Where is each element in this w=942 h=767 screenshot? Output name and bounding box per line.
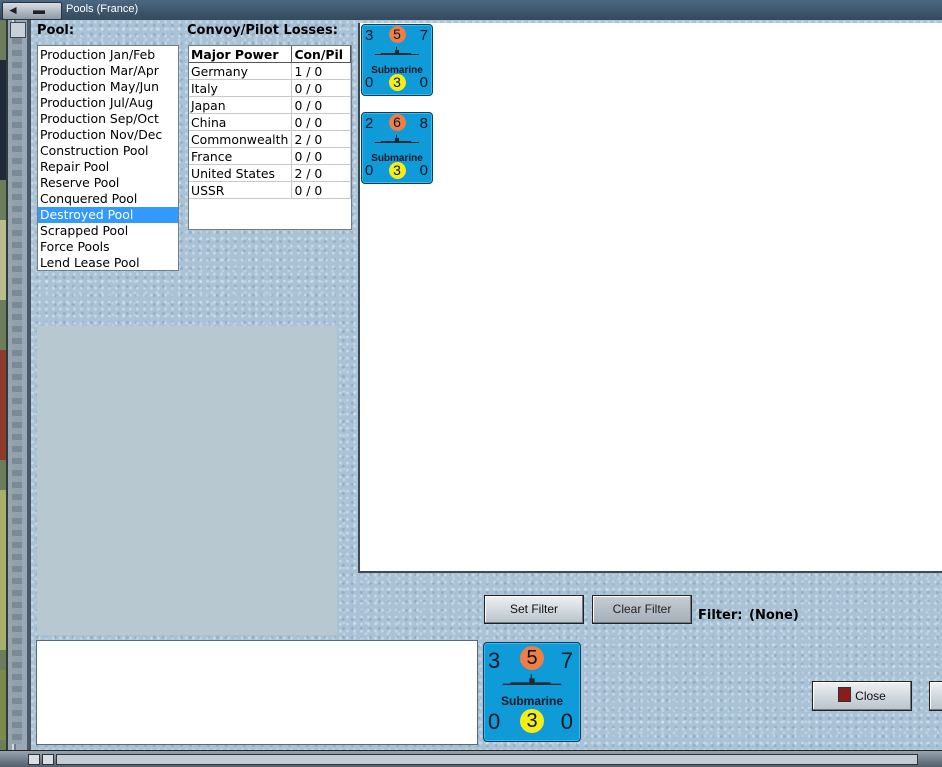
table-row[interactable]: Germany 1 / 0 (189, 62, 351, 80)
unit-bottom-left-value: 0 (365, 162, 374, 179)
unit-info-panel (37, 326, 337, 635)
losses-label: Convoy/Pilot Losses: (187, 23, 338, 38)
table-row[interactable]: Italy 0 / 0 (189, 79, 351, 97)
losses-cell: 0 / 0 (291, 96, 351, 114)
losses-cell: 2 / 0 (291, 130, 351, 148)
major-power-cell: United States (189, 164, 293, 182)
unit-type-label: Submarine (371, 65, 423, 76)
close-button[interactable]: Close (812, 681, 912, 711)
extra-button[interactable] (929, 681, 942, 711)
unit-bottom-left-value: 0 (365, 74, 374, 91)
losses-cell: 0 / 0 (291, 181, 351, 199)
major-power-cell: Italy (189, 79, 293, 97)
description-box (36, 640, 478, 745)
losses-cell: 0 / 0 (291, 147, 351, 165)
submarine-icon (502, 674, 562, 685)
unit-bottom-right-value: 0 (419, 74, 428, 91)
unit-bottom-right-value: 0 (419, 162, 428, 179)
major-power-cell: France (189, 147, 293, 165)
unit-range-circle: 3 (520, 709, 544, 733)
frame-segment (42, 754, 54, 765)
pool-item[interactable]: Destroyed Pool (38, 207, 178, 223)
bottom-window-frame (0, 750, 942, 767)
losses-cell: 0 / 0 (291, 113, 351, 131)
pool-item[interactable]: Conquered Pool (38, 191, 178, 207)
clear-filter-button[interactable]: Clear Filter (592, 595, 692, 624)
losses-cell: 0 / 0 (291, 79, 351, 97)
pool-item[interactable]: Production Nov/Dec (38, 127, 178, 143)
major-power-cell: Germany (189, 62, 293, 80)
column-header-con-pil[interactable]: Con/Pil (291, 46, 351, 63)
unit-type-label: Submarine (371, 153, 423, 164)
table-row[interactable]: Japan 0 / 0 (189, 96, 351, 114)
unit-type-label: Submarine (500, 694, 563, 708)
unit-range-circle: 3 (388, 74, 406, 91)
major-power-cell: Japan (189, 96, 293, 114)
window-title: Pools (France) (66, 3, 139, 15)
unit-movement-value: 8 (419, 115, 428, 132)
table-row[interactable]: United States 2 / 0 (189, 164, 351, 182)
pool-item[interactable]: Force Pools (38, 239, 178, 255)
pool-item[interactable]: Construction Pool (38, 143, 178, 159)
column-header-major-power[interactable]: Major Power (189, 46, 293, 63)
unit-attack-value: 2 (365, 115, 374, 132)
pool-item[interactable]: Production Sep/Oct (38, 111, 178, 127)
unit-movement-value: 7 (419, 27, 428, 44)
table-row[interactable]: USSR 0 / 0 (189, 181, 351, 199)
unit-bottom-left-value: 0 (488, 709, 501, 734)
unit-range-circle: 3 (388, 162, 406, 179)
minimize-icon: ▬ (33, 3, 45, 17)
pool-item[interactable]: Repair Pool (38, 159, 178, 175)
pool-item[interactable]: Lend Lease Pool (38, 255, 178, 271)
pool-item[interactable]: Production May/Jun (38, 79, 178, 95)
submarine-unit-counter[interactable]: 2 6 8 0 3 0 Submarine (361, 112, 433, 184)
close-button-label: Close (855, 689, 886, 703)
filter-label: Filter: (698, 608, 743, 623)
window-titlebar[interactable]: ◄ ▬ Pools (France) (0, 0, 942, 21)
submarine-unit-counter[interactable]: 3 5 7 0 3 0 Submarine (361, 24, 433, 96)
table-row[interactable]: Commonwealth 2 / 0 (189, 130, 351, 148)
major-power-cell: USSR (189, 181, 293, 199)
pool-label: Pool: (37, 23, 75, 38)
convoy-pilot-losses-table[interactable]: Major Power Con/Pil Germany 1 / 0 Italy 0 /… (188, 45, 352, 230)
submarine-unit-counter[interactable]: 3 5 7 0 3 0 Submarine (483, 642, 581, 742)
table-row[interactable]: China 0 / 0 (189, 113, 351, 131)
major-power-cell: China (189, 113, 293, 131)
restore-icon: ◄ (7, 3, 19, 17)
unit-attack-value: 3 (488, 648, 501, 673)
major-power-cell: Commonwealth (189, 130, 293, 148)
set-filter-button[interactable]: Set Filter (484, 595, 584, 624)
close-door-icon (838, 687, 852, 702)
pools-dialog: Pool: Convoy/Pilot Losses: Production Ja… (31, 20, 942, 750)
losses-cell: 1 / 0 (291, 62, 351, 80)
submarine-icon (375, 47, 419, 55)
unit-movement-value: 7 (560, 648, 573, 673)
unit-bottom-right-value: 0 (560, 709, 573, 734)
pool-list[interactable]: Production Jan/Feb Production Mar/Apr Prod… (37, 45, 179, 271)
frame-segment (28, 754, 40, 765)
unit-strength-circle: 5 (388, 26, 406, 43)
pool-item[interactable]: Production Mar/Apr (38, 63, 178, 79)
submarine-icon (375, 135, 419, 143)
losses-cell: 2 / 0 (291, 164, 351, 182)
pool-item[interactable]: Production Jan/Feb (38, 47, 178, 63)
unit-strength-circle: 5 (520, 646, 544, 670)
filter-value: (None) (749, 608, 799, 623)
unit-strength-circle: 6 (388, 114, 406, 131)
unit-attack-value: 3 (365, 27, 374, 44)
pool-item[interactable]: Scrapped Pool (38, 223, 178, 239)
window-control-icon[interactable]: ◄ ▬ (2, 2, 62, 20)
vertical-scrollbar[interactable] (12, 38, 22, 744)
frame-segment (56, 754, 918, 765)
table-row[interactable]: France 0 / 0 (189, 147, 351, 165)
unit-display-area[interactable]: 3 5 7 0 3 0 Submarine 2 6 8 0 3 0 Submarine (358, 23, 942, 573)
scroll-up-button[interactable] (10, 22, 26, 38)
pool-item[interactable]: Production Jul/Aug (38, 95, 178, 111)
pool-item[interactable]: Reserve Pool (38, 175, 178, 191)
